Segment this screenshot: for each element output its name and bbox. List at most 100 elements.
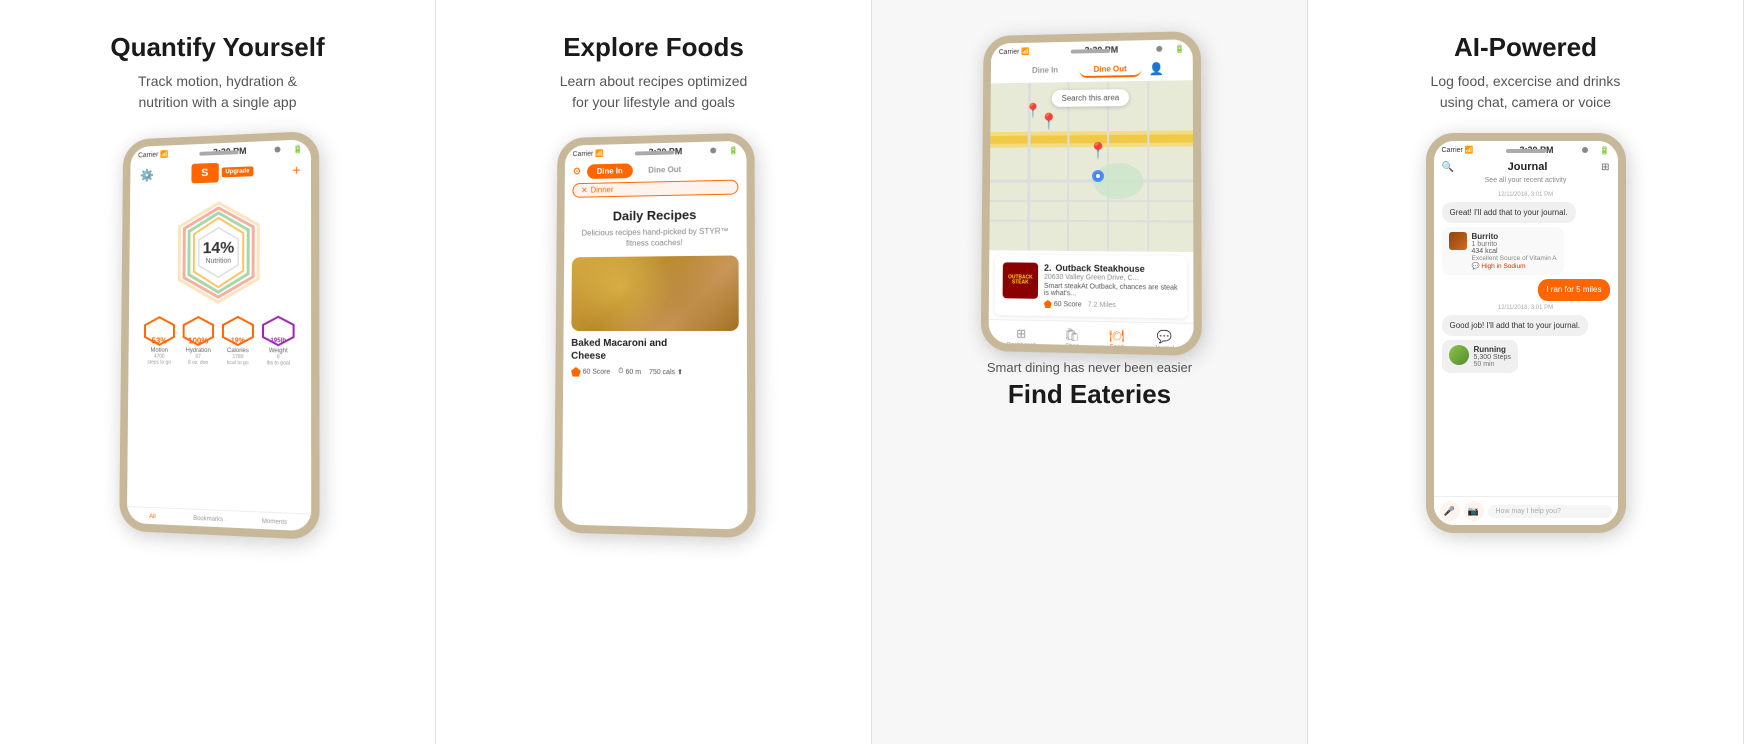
recipe-title: Daily Recipes (572, 207, 738, 225)
panel2-subtitle: Learn about recipes optimizedfor your li… (560, 71, 748, 113)
calories-sub: 1789kcal to go (227, 354, 248, 366)
cals-badge: 750 cals ⬆ (648, 369, 682, 377)
nutrition-hex-chart: 14% Nutrition (159, 196, 278, 307)
gear-icon[interactable]: ⚙️ (139, 168, 153, 182)
mic-button[interactable]: 🎤 (1440, 501, 1460, 521)
burrito-thumb (1449, 232, 1467, 250)
filter-icon[interactable]: ⚙ (572, 167, 581, 178)
shop-icon: 🛍 (1064, 327, 1079, 342)
journal-title: Journal (1458, 161, 1597, 173)
activity-details: Running 5,300 Steps 50 min (1474, 345, 1511, 368)
tab-all[interactable]: All (149, 514, 156, 520)
nav-journal[interactable]: 💬 Journal (1154, 329, 1174, 347)
phone-2-wrapper: Carrier 📶 3:20 PM 🔋 ⚙ Dine In Dine Out ✕ (554, 133, 754, 533)
share-icon[interactable]: ⬆ (677, 369, 683, 377)
dine-out-tab[interactable]: Dine Out (638, 162, 691, 178)
hydration-value: 100% (188, 336, 208, 345)
carrier-text-3: Carrier 📶 (998, 48, 1029, 56)
activity-name: Running (1474, 345, 1511, 354)
restaurant-score: 60 Score 7.2 Miles (1043, 300, 1178, 310)
restaurant-card: OUTBACKSTEAK 2. Outback Steakhouse 20630… (994, 254, 1187, 318)
hex-svg (159, 196, 278, 307)
weight-sub: 8lbs to goal (266, 354, 289, 366)
activity-steps: 5,300 Steps (1474, 354, 1511, 361)
panel-ai: AI-Powered Log food, excercise and drink… (1308, 0, 1744, 744)
journal-sub: See all your recent activity (1442, 177, 1610, 184)
ai-message-2: Good job! I'll add that to your journal. (1442, 315, 1589, 336)
carrier-text-2: Carrier 📶 (572, 150, 603, 159)
upgrade-badge[interactable]: Upgrade (221, 167, 253, 178)
timestamp-2: 12/11/2018, 3:01 PM (1442, 305, 1610, 311)
weight-value: 195lb (270, 338, 286, 344)
bottom-nav: ⊞ Dashboard 🛍 Shop 🍽 Food 💬 Journal (988, 319, 1193, 348)
status-time-2: 3:20 PM (648, 147, 682, 158)
panel3-subtitle: Smart dining has never been easier (987, 360, 1192, 375)
food-image (571, 256, 738, 332)
nav-dashboard-label: Dashboard (1006, 342, 1035, 347)
status-time-4: 3:20 PM (1520, 145, 1554, 155)
dine-in-tab[interactable]: Dine In (586, 164, 632, 180)
profile-icon[interactable]: 👤 (1148, 62, 1163, 77)
panel4-subtitle: Log food, excercise and drinksusing chat… (1431, 71, 1621, 113)
status-icons-1: 🔋 (292, 144, 302, 153)
status-icons-2: 🔋 (728, 146, 738, 155)
phone-1: Carrier 📶 3:20 PM 🔋 ⚙️ S Upgrade (119, 131, 319, 540)
stat-motion: 53% Motion 4700steps to go (141, 315, 176, 366)
nav-journal-label: Journal (1154, 346, 1174, 348)
dine-in-btn[interactable]: Dine In (1018, 63, 1071, 79)
phone-4-screen: Carrier 📶 3:20 PM 🔋 🔍 Journal ⊞ (1434, 141, 1618, 525)
restaurant-dist: 7.2 Miles (1087, 301, 1115, 309)
calories-value: 19% (230, 337, 244, 344)
dinner-tag[interactable]: ✕ Dinner (572, 180, 738, 198)
food-warning-burrito: 💬 High in Sodium (1472, 262, 1557, 270)
restaurant-score-text: 60 Score (1053, 301, 1081, 309)
carrier-text-4: Carrier 📶 (1442, 146, 1474, 154)
phone-3-container: Carrier 📶 3:20 PM 🔋 Dine In Dine Out 👤 (892, 32, 1287, 352)
tab-bookmarks[interactable]: Bookmarks (193, 516, 223, 523)
panel-quantify: Quantify Yourself Track motion, hydratio… (0, 0, 436, 744)
restaurant-name-row: 2. Outback Steakhouse (1044, 263, 1179, 275)
tab-moments[interactable]: Moments (261, 519, 286, 526)
recipe-content: Daily Recipes Delicious recipes hand-pic… (563, 199, 747, 387)
dine-out-btn[interactable]: Dine Out (1079, 62, 1140, 78)
score-icon (570, 367, 580, 377)
restaurant-desc: Smart steakAt Outback, chances are steak… (1043, 283, 1178, 299)
motion-sub: 4700steps to go (147, 354, 171, 366)
food-icon: 🍽 (1109, 328, 1124, 343)
map-pin-3: 📍 (1088, 141, 1108, 161)
main-chart-area: 14% Nutrition 53% Motion (128, 183, 311, 375)
restaurant-address: 20630 Valley Green Drive, C... (1043, 274, 1178, 283)
outback-logo: OUTBACKSTEAK (1002, 262, 1038, 298)
plus-icon[interactable]: + (292, 162, 300, 178)
search-icon[interactable]: 🔍 (1442, 162, 1454, 173)
bottom-tabs-1: All Bookmarks Moments (126, 506, 310, 531)
panel3-title: Find Eateries (987, 379, 1192, 410)
food-texture (571, 256, 738, 332)
tag-close-icon[interactable]: ✕ (581, 186, 588, 195)
journal-icon: 💬 (1156, 329, 1171, 344)
activity-entry-running: Running 5,300 Steps 50 min (1442, 340, 1518, 373)
grid-icon[interactable]: ⊞ (1601, 162, 1609, 173)
camera-button[interactable]: 📷 (1464, 501, 1484, 521)
phone-1-wrapper: Carrier 📶 3:20 PM 🔋 ⚙️ S Upgrade (118, 133, 318, 533)
stat-hydration: 100% Hydration 678 oz. don (180, 315, 216, 366)
status-bar-4: Carrier 📶 3:20 PM 🔋 (1434, 141, 1618, 157)
food-qty-burrito: 1 burrito (1472, 241, 1557, 248)
restaurant-rank: 2. (1044, 263, 1051, 273)
panel1-subtitle: Track motion, hydration &nutrition with … (138, 71, 297, 113)
cals-text: 750 cals (648, 369, 674, 376)
panel1-title: Quantify Yourself (110, 32, 324, 63)
activity-duration: 50 min (1474, 361, 1511, 368)
nav-dashboard[interactable]: ⊞ Dashboard (1006, 326, 1035, 347)
nav-food[interactable]: 🍽 Food (1109, 328, 1124, 347)
activity-avatar (1449, 345, 1469, 365)
food-name-burrito: Burrito (1472, 232, 1557, 241)
chat-input-field[interactable]: How may I help you? (1488, 505, 1612, 518)
map-search-bar[interactable]: Search this area (1051, 89, 1129, 107)
chat-input-bar: 🎤 📷 How may I help you? (1434, 496, 1618, 525)
food-entry-burrito: Burrito 1 burrito 434 kcal Excellent Sou… (1442, 227, 1564, 275)
phone-2: Carrier 📶 3:20 PM 🔋 ⚙ Dine In Dine Out ✕ (554, 133, 756, 539)
nav-shop[interactable]: 🛍 Shop (1064, 327, 1079, 347)
panel2-title: Explore Foods (563, 32, 744, 63)
nav-food-label: Food (1109, 345, 1123, 348)
